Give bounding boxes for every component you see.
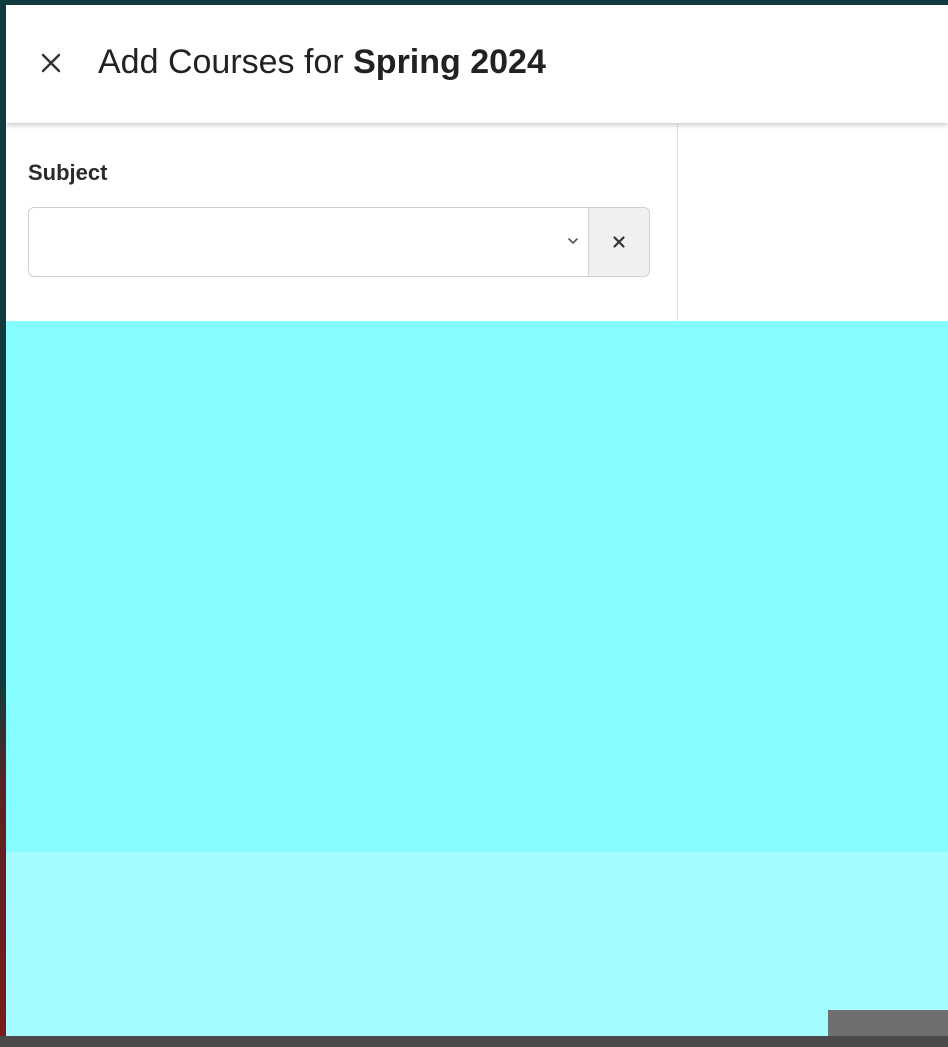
add-courses-panel: Add Courses for Spring 2024 Subject xyxy=(6,5,948,1047)
subject-label: Subject xyxy=(28,160,108,185)
clear-subject-button[interactable] xyxy=(588,208,649,276)
subject-dropdown[interactable] xyxy=(29,208,588,276)
close-button[interactable] xyxy=(33,45,69,81)
obscured-region-lower xyxy=(6,852,948,1046)
column-divider xyxy=(677,123,678,321)
close-icon xyxy=(41,53,61,73)
term-name: Spring 2024 xyxy=(353,43,546,81)
panel-header: Add Courses for Spring 2024 xyxy=(6,5,948,123)
subject-select xyxy=(28,207,650,277)
chevron-down-icon xyxy=(568,238,578,244)
clear-icon xyxy=(613,236,625,248)
background-bottom-edge xyxy=(0,1036,948,1047)
page-title: Add Courses for Spring 2024 xyxy=(98,43,546,82)
title-prefix: Add Courses for xyxy=(98,43,354,81)
obscured-region xyxy=(6,321,948,1046)
